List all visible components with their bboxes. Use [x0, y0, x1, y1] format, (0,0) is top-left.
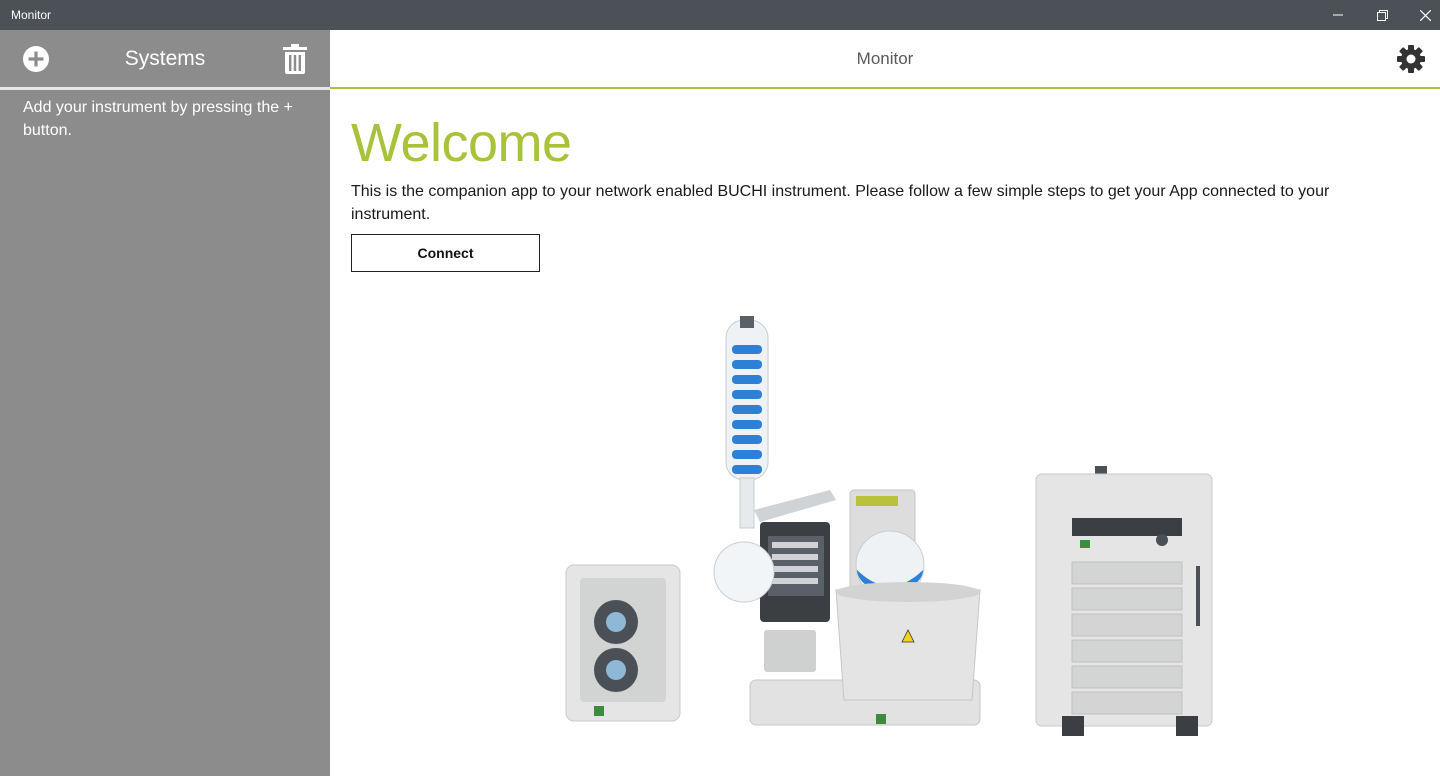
header-accent-line — [330, 87, 1440, 89]
minimize-icon — [1333, 14, 1343, 16]
chiller-unit — [1035, 466, 1213, 736]
welcome-heading: Welcome — [351, 113, 572, 173]
title-bar: Monitor — [0, 0, 1440, 30]
connect-button[interactable]: Connect — [351, 234, 540, 272]
restore-icon — [1376, 9, 1388, 21]
main-header: Monitor — [330, 30, 1440, 88]
gear-icon[interactable] — [1396, 44, 1426, 74]
sidebar-divider — [0, 87, 330, 90]
systems-sidebar: Systems Add your instrument by pressing … — [0, 30, 330, 776]
trash-icon[interactable] — [283, 44, 307, 74]
instruments-illustration — [565, 316, 1213, 736]
minimize-button[interactable] — [1315, 0, 1361, 30]
restore-button[interactable] — [1359, 0, 1405, 30]
intro-text: This is the companion app to your networ… — [351, 183, 1330, 223]
page-title: Monitor — [856, 49, 914, 68]
empty-systems-message: Add your instrument by pressing the + bu… — [23, 99, 293, 139]
sidebar-header: Systems — [0, 30, 330, 88]
close-button[interactable] — [1402, 0, 1440, 30]
pump-unit — [565, 564, 681, 722]
window-title: Monitor — [11, 8, 52, 22]
rotary-evaporator — [713, 316, 981, 726]
close-icon — [1419, 9, 1431, 21]
sidebar-heading: Systems — [124, 47, 206, 70]
